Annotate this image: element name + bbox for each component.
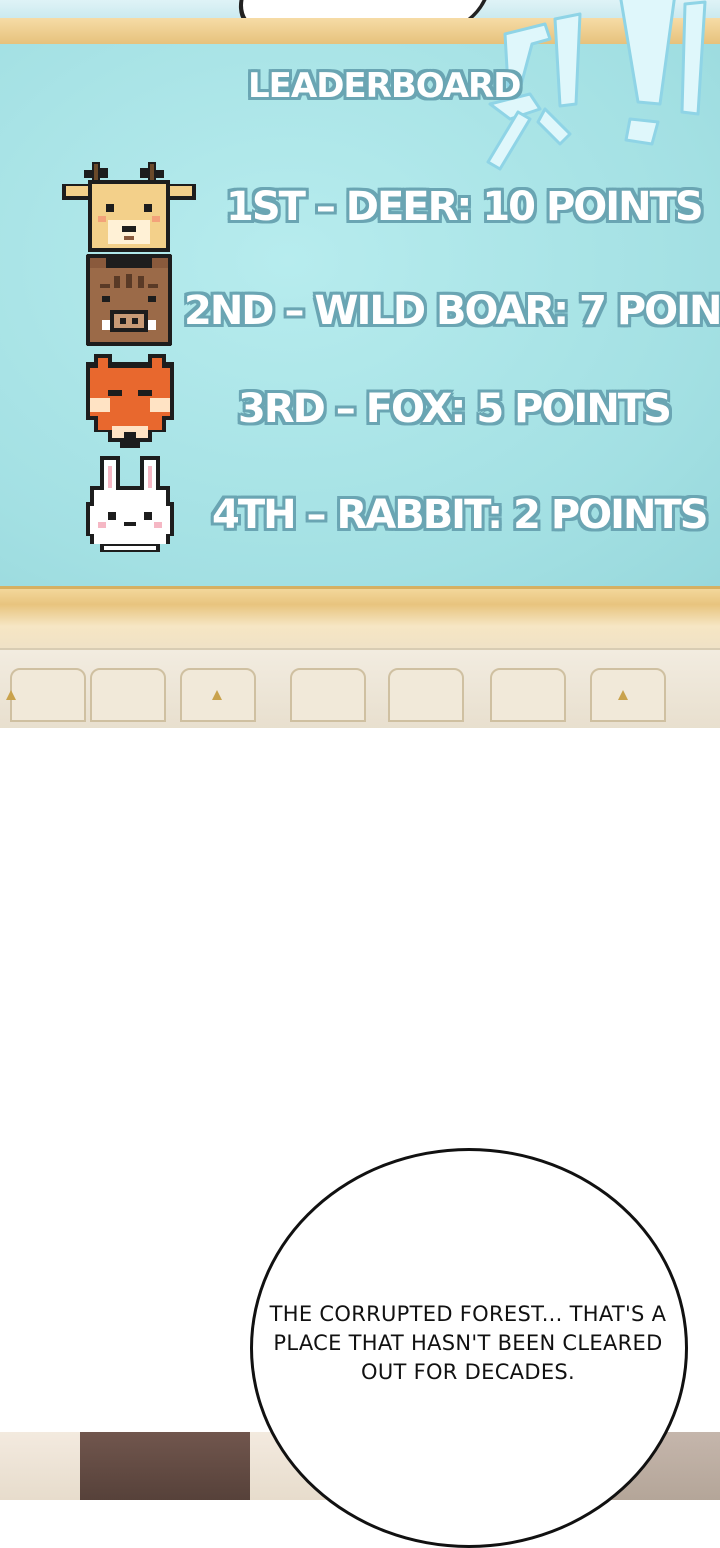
boar-icon	[86, 254, 172, 351]
floor-shadow	[80, 1432, 250, 1500]
leaderboard-panel: LEADERBOARD 1ST – DEER: 10 POINTS 2ND – …	[0, 0, 720, 728]
rabbit-icon	[86, 456, 174, 557]
deer-icon	[62, 158, 196, 259]
leaderboard-entry-1: 1ST – DEER: 10 POINTS	[226, 184, 704, 230]
leaderboard-entry-4: 4TH – RABBIT: 2 POINTS	[212, 492, 709, 538]
board-frame-bottom	[0, 586, 720, 651]
background-wall	[0, 648, 720, 728]
leaderboard-entry-2: 2ND – WILD BOAR: 7 POINTS	[184, 288, 720, 334]
fox-icon	[86, 354, 174, 453]
leaderboard-title: LEADERBOARD	[248, 66, 521, 106]
leaderboard-entry-3: 3RD – FOX: 5 POINTS	[238, 386, 672, 432]
speech-bubble-text: THE CORRUPTED FOREST... THAT'S A PLACE T…	[269, 1302, 667, 1384]
